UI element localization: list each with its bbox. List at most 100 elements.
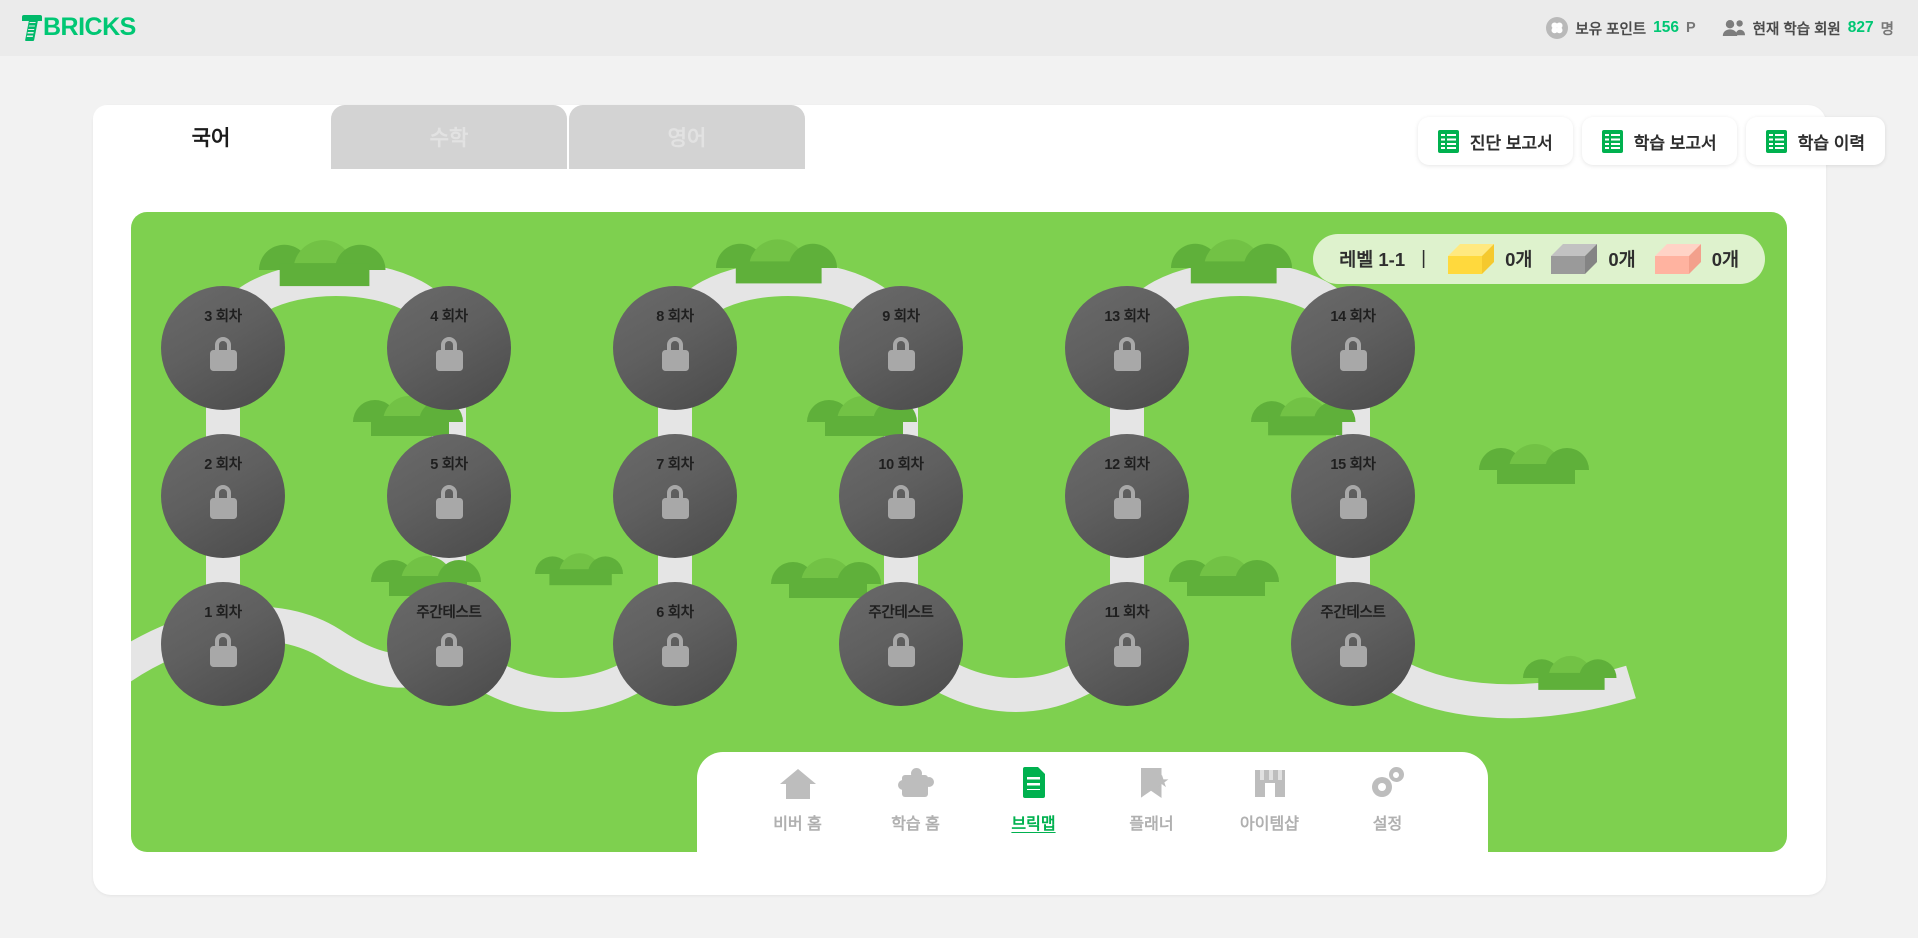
map-node-label: 14 회차 [1330,309,1376,325]
map-node-label: 8 회차 [656,309,694,325]
nav-label-brickmap: 브릭맵 [1011,816,1056,833]
map-node-label: 9 회차 [882,309,920,325]
app-header: BRICKS 보유 포인트 156 P 현재 학습 회원 827 명 [0,0,1918,56]
tab-math-label: 수학 [429,127,469,150]
map-node-nw2[interactable]: 주간테스트 [839,582,963,706]
map-node-n6[interactable]: 6 회차 [613,582,737,706]
study-history-button[interactable]: 학습 이력 [1745,117,1885,165]
lock-icon [435,337,463,371]
lock-icon [209,633,237,667]
lock-icon [661,485,689,519]
map-node-n5[interactable]: 5 회차 [387,434,511,558]
tab-korean-label: 국어 [191,127,231,150]
lock-icon [209,337,237,371]
map-node-label: 1 회차 [204,605,242,621]
report-list-icon [1765,129,1787,153]
map-node-n12[interactable]: 12 회차 [1065,434,1189,558]
map-node-n13[interactable]: 13 회차 [1065,286,1189,410]
map-node-n2[interactable]: 2 회차 [161,434,285,558]
pink-brick-icon [1654,244,1701,274]
report-buttons: 진단 보고서 학습 보고서 학습 이력 [1417,117,1885,165]
tab-korean[interactable]: 국어 [93,105,329,169]
members-unit: 명 [1880,21,1894,38]
map-node-n4[interactable]: 4 회차 [387,286,511,410]
map-node-n10[interactable]: 10 회차 [839,434,963,558]
map-node-label: 6 회차 [656,605,694,621]
map-node-n15[interactable]: 15 회차 [1291,434,1415,558]
pink-brick-count: 0개 [1711,249,1739,270]
map-node-label: 4 회차 [430,309,468,325]
map-node-n9[interactable]: 9 회차 [839,286,963,410]
nav-item-settings[interactable]: 설정 [1329,752,1447,834]
house-icon [779,765,816,801]
people-icon [1722,19,1746,37]
lock-icon [1113,633,1141,667]
report-list-icon [1437,129,1459,153]
level-label: 레벨 1-1 [1339,249,1406,270]
members-value: 827 [1847,19,1874,36]
nav-label-planner: 플래너 [1129,816,1174,833]
study-report-button[interactable]: 학습 보고서 [1581,117,1737,165]
nav-label-study-home: 학습 홈 [891,816,940,833]
tab-english[interactable]: 영어 [569,105,805,169]
study-history-label: 학습 이력 [1797,133,1865,153]
lock-icon [887,485,915,519]
level-separator: | [1421,248,1427,269]
members-stat[interactable]: 현재 학습 회원 827 명 [1722,18,1894,39]
points-value: 156 [1653,19,1679,36]
subject-tabs: 국어 수학 영어 [93,105,805,169]
nav-label-beaver-home: 비버 홈 [773,816,822,833]
brand-logo[interactable]: BRICKS [22,13,136,42]
lock-icon [887,633,915,667]
map-node-n11[interactable]: 11 회차 [1065,582,1189,706]
tab-english-label: 영어 [667,127,707,150]
brick-map[interactable]: 레벨 1-1 | 0개 0개 0개 1 회차 2 회차 3 회차 4 회차 5 … [131,212,1787,852]
map-node-n1[interactable]: 1 회차 [161,582,285,706]
map-node-label: 13 회차 [1104,309,1150,325]
map-node-n3[interactable]: 3 회차 [161,286,285,410]
map-node-label: 주간테스트 [868,605,934,621]
diagnostic-report-label: 진단 보고서 [1469,133,1553,153]
map-node-nw3[interactable]: 주간테스트 [1291,582,1415,706]
map-node-label: 10 회차 [878,457,924,473]
map-node-label: 7 회차 [656,457,694,473]
map-node-n7[interactable]: 7 회차 [613,434,737,558]
shop-icon [1252,765,1288,801]
lock-icon [661,633,689,667]
logo-seven-mark [22,14,42,41]
lock-icon [1113,485,1141,519]
map-node-label: 12 회차 [1104,457,1150,473]
nav-item-beaver-home[interactable]: 비버 홈 [739,752,857,834]
nav-item-study-home[interactable]: 학습 홈 [857,752,975,834]
yellow-brick-count: 0개 [1505,249,1533,270]
lock-icon [1339,633,1367,667]
map-node-nw1[interactable]: 주간테스트 [387,582,511,706]
lock-icon [661,337,689,371]
lock-icon [209,485,237,519]
gray-brick-count: 0개 [1608,249,1636,270]
pink-brick-group: 0개 [1654,244,1739,274]
points-label: 보유 포인트 [1575,21,1647,38]
map-node-n8[interactable]: 8 회차 [613,286,737,410]
nav-label-settings: 설정 [1372,816,1403,833]
level-badge: 레벨 1-1 | 0개 0개 0개 [1313,234,1765,284]
clover-icon [1546,17,1569,39]
gray-brick-icon [1551,244,1598,274]
members-label: 현재 학습 회원 [1752,21,1841,38]
lock-icon [435,633,463,667]
logo-wordmark: BRICKS [43,13,136,41]
nav-item-brickmap[interactable]: 브릭맵 [975,752,1093,834]
map-node-label: 15 회차 [1330,457,1376,473]
nav-item-itemshop[interactable]: 아이템샵 [1211,752,1329,834]
gray-brick-group: 0개 [1551,244,1636,274]
nav-item-planner[interactable]: ★ 플래너 [1093,752,1211,834]
report-list-icon [1601,129,1623,153]
tab-math[interactable]: 수학 [331,105,567,169]
points-stat[interactable]: 보유 포인트 156 P [1546,17,1696,39]
bottom-navigation: 비버 홈 학습 홈 브릭맵 ★ 플래너 아이템샵 설정 [697,752,1488,852]
map-node-label: 5 회차 [430,457,468,473]
map-node-n14[interactable]: 14 회차 [1291,286,1415,410]
header-stats: 보유 포인트 156 P 현재 학습 회원 827 명 [1546,0,1894,56]
lock-icon [1339,337,1367,371]
diagnostic-report-button[interactable]: 진단 보고서 [1417,117,1573,165]
